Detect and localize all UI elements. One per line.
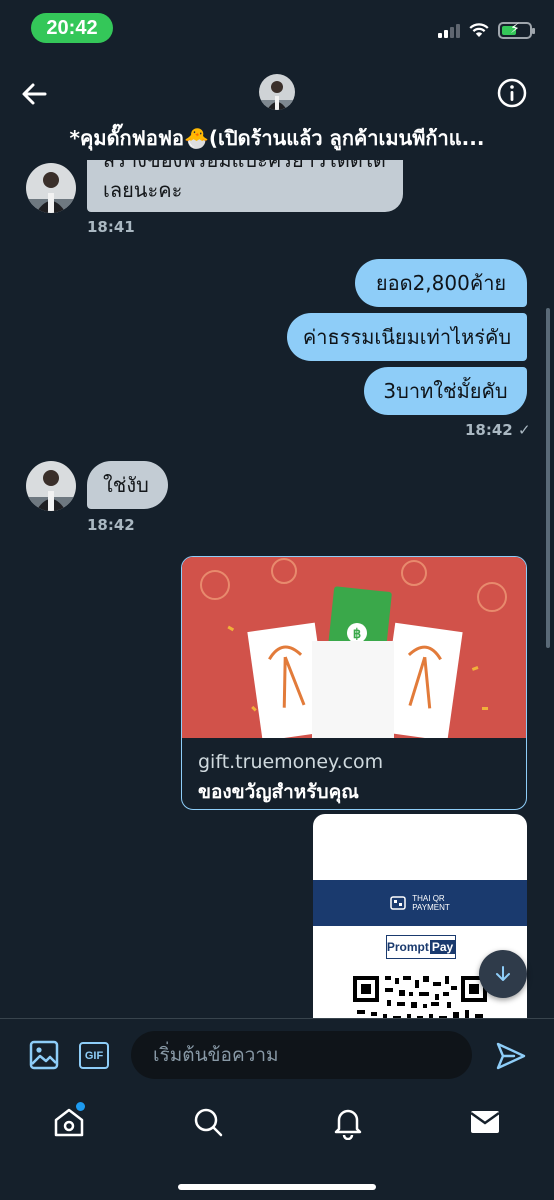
promptpay-left: Prompt [386, 940, 429, 954]
status-icons: ⚡ [438, 20, 535, 40]
search-icon[interactable] [190, 1104, 226, 1140]
message-bubble-incoming[interactable]: สร้างของพร้อมแบะครียาวโดดได เลยนะคะ [87, 160, 403, 212]
back-arrow-icon[interactable] [18, 78, 50, 110]
message-text: สร้างของพร้อมแบะครียาวโดดได [103, 160, 386, 172]
message-composer: GIF [0, 1018, 554, 1090]
message-bubble-incoming[interactable]: ใช่งับ [87, 461, 168, 509]
mail-icon[interactable] [467, 1104, 503, 1140]
message-timestamp: 18:42 ✓ [465, 421, 531, 439]
scrollbar[interactable] [546, 308, 550, 648]
gif-button[interactable]: GIF [79, 1042, 109, 1069]
status-bar: 20:42 ⚡ [0, 0, 554, 56]
info-icon[interactable] [497, 78, 527, 108]
header-avatar[interactable] [259, 74, 295, 110]
message-text: ใช่งับ [103, 473, 149, 497]
promptpay-right: Pay [429, 940, 456, 954]
image-icon[interactable] [28, 1039, 60, 1071]
message-bubble-outgoing[interactable]: ยอด2,800ค้าย [355, 259, 527, 307]
qr-code-icon [353, 976, 487, 1022]
qr-band-label: PAYMENT [412, 903, 450, 912]
message-bubble-outgoing[interactable]: 3บาทใช่มั้ยคับ [364, 367, 527, 415]
send-icon[interactable] [494, 1039, 528, 1073]
message-text: ค่าธรรมเนียมเท่าไหร่คับ [302, 325, 512, 349]
message-bubble-outgoing[interactable]: ค่าธรรมเนียมเท่าไหร่คับ [287, 313, 527, 361]
qr-band-label: THAI QR [412, 894, 445, 903]
message-text: 3บาทใช่มั้ยคับ [383, 379, 508, 403]
bell-icon[interactable] [330, 1104, 366, 1140]
thai-qr-band: THAI QR PAYMENT [313, 880, 527, 926]
svg-text:฿: ฿ [353, 626, 361, 641]
wifi-icon [469, 23, 489, 37]
gift-link-card[interactable]: ฿ gift.truemoney.com ของขวัญสำหรับคุณ [181, 556, 527, 810]
message-text: ยอด2,800ค้าย [375, 271, 507, 295]
link-caption: ของขวัญสำหรับคุณ [198, 781, 359, 803]
gift-card-image: ฿ [182, 557, 526, 742]
message-timestamp: 18:42 [87, 516, 135, 534]
home-notification-dot [76, 1102, 85, 1111]
status-time: 20:42 [31, 13, 113, 43]
battery-icon: ⚡ [498, 21, 535, 39]
message-text: เลยนะคะ [103, 178, 183, 202]
thai-qr-logo-icon [390, 896, 406, 910]
sender-avatar[interactable] [26, 163, 76, 213]
promptpay-logo: Prompt Pay [386, 935, 456, 959]
arrow-down-icon [496, 966, 510, 981]
conversation-title[interactable]: *คุมดั๊กฟอฟอ🐣(เปิดร้านแล้ว ลูกค้าเมนพีก้… [0, 122, 554, 154]
home-indicator [178, 1184, 376, 1190]
message-input[interactable] [131, 1031, 472, 1079]
link-domain: gift.truemoney.com [198, 751, 384, 773]
sender-avatar[interactable] [26, 461, 76, 511]
conversation-header: *คุมดั๊กฟอฟอ🐣(เปิดร้านแล้ว ลูกค้าเมนพีก้… [0, 56, 554, 156]
message-timestamp: 18:41 [87, 218, 135, 236]
scroll-to-bottom-button[interactable] [479, 950, 527, 998]
cellular-signal-icon [438, 22, 460, 38]
